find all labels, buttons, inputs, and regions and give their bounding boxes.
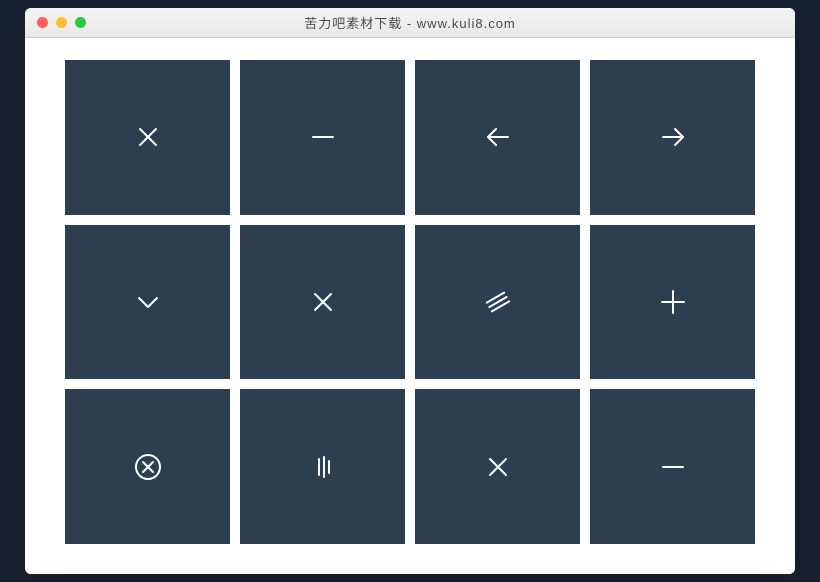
window-title: 苦力吧素材下载 - www.kuli8.com [25, 13, 795, 32]
tile-arrow-right[interactable] [590, 60, 755, 215]
maximize-window-button[interactable] [75, 17, 86, 28]
tile-minus-2[interactable] [590, 389, 755, 544]
tile-vertical-bars[interactable] [240, 389, 405, 544]
tile-arrow-left[interactable] [415, 60, 580, 215]
tile-chevron-down[interactable] [65, 225, 230, 380]
x-icon-2 [482, 451, 514, 483]
close-circle-icon [132, 451, 164, 483]
arrow-right-icon [657, 121, 689, 153]
close-window-button[interactable] [37, 17, 48, 28]
tile-x[interactable] [240, 225, 405, 380]
icon-grid [65, 60, 755, 544]
tile-close[interactable] [65, 60, 230, 215]
tile-plus[interactable] [590, 225, 755, 380]
vertical-bars-icon [307, 451, 339, 483]
tile-x-2[interactable] [415, 389, 580, 544]
tile-close-circle[interactable] [65, 389, 230, 544]
plus-icon [657, 286, 689, 318]
diagonal-lines-icon [482, 286, 514, 318]
arrow-left-icon [482, 121, 514, 153]
traffic-lights [25, 17, 86, 28]
minus-icon [307, 121, 339, 153]
tile-diagonal-lines[interactable] [415, 225, 580, 380]
minimize-window-button[interactable] [56, 17, 67, 28]
x-icon [307, 286, 339, 318]
content-area [25, 38, 795, 574]
minus-icon-2 [657, 451, 689, 483]
close-icon [132, 121, 164, 153]
chevron-down-icon [132, 286, 164, 318]
titlebar: 苦力吧素材下载 - www.kuli8.com [25, 8, 795, 38]
tile-minus[interactable] [240, 60, 405, 215]
browser-window: 苦力吧素材下载 - www.kuli8.com [25, 8, 795, 574]
